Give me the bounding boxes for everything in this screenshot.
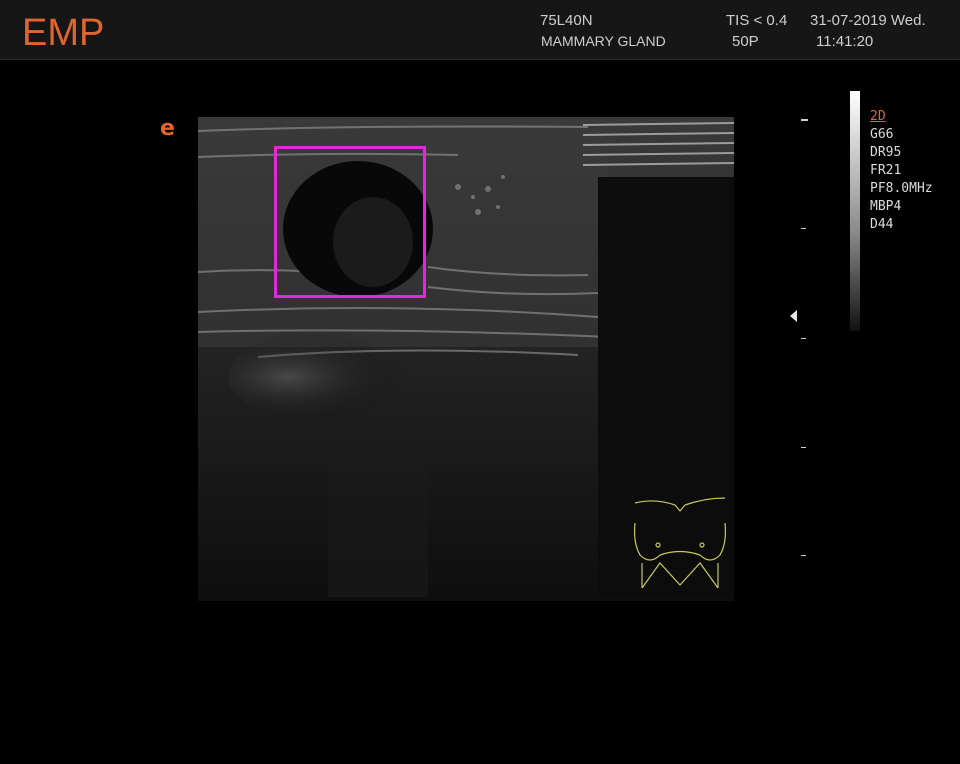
- tis-index: TIS < 0.4: [726, 12, 788, 29]
- date-display: 31-07-2019 Wed.: [810, 12, 926, 29]
- param-gain: G66: [870, 127, 894, 142]
- depth-tick: [801, 447, 806, 448]
- brand-logo: EMP: [22, 12, 105, 54]
- param-frequency: PF8.0MHz: [870, 181, 933, 196]
- greyscale-bar: [850, 91, 860, 331]
- param-mbp: MBP4: [870, 199, 902, 214]
- mode-label[interactable]: 2D: [870, 108, 933, 126]
- time-display: 11:41:20: [816, 33, 874, 50]
- depth-tick: [801, 555, 806, 556]
- breast-bodymark-icon: [633, 497, 727, 589]
- focus-marker-icon[interactable]: [790, 310, 797, 322]
- depth-tick: [801, 119, 808, 121]
- param-frame-rate: FR21: [870, 163, 902, 178]
- exam-preset: MAMMARY GLAND: [541, 33, 666, 49]
- header-bar: EMP 75L40N MAMMARY GLAND TIS < 0.4 50P 3…: [0, 0, 960, 60]
- e-icon: e: [160, 116, 175, 141]
- depth-tick: [801, 338, 806, 339]
- imaging-parameters: 2D G66 DR95 FR21 PF8.0MHz MBP4 D44: [870, 108, 933, 234]
- param-depth: D44: [870, 217, 894, 232]
- depth-tick: [801, 228, 806, 229]
- probe-name: 75L40N: [540, 12, 593, 29]
- roi-box[interactable]: [274, 146, 426, 298]
- param-dynamic-range: DR95: [870, 145, 902, 160]
- preset-label: 50P: [732, 33, 759, 50]
